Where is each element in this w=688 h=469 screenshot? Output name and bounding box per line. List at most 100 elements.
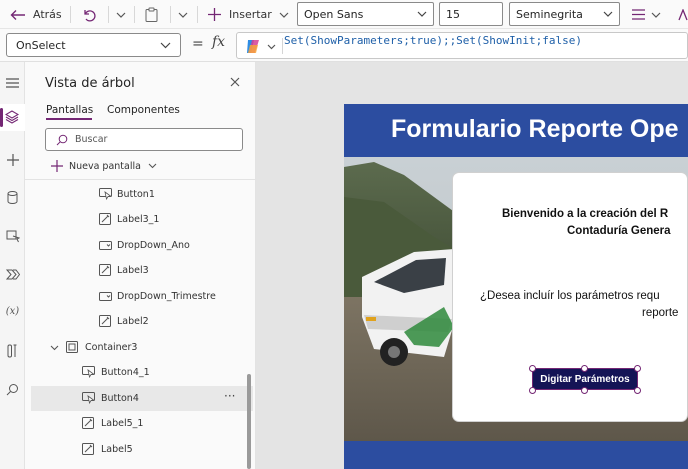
app-screen: Formulario Reporte Ope Bienvenido a la c… bbox=[344, 104, 688, 469]
label-icon bbox=[82, 443, 94, 455]
search-rail-button[interactable] bbox=[4, 381, 21, 398]
new-screen-button[interactable]: Nueva pantalla bbox=[51, 158, 157, 174]
left-rail: (x) bbox=[0, 62, 25, 469]
chevron-down-icon bbox=[148, 163, 157, 169]
resize-handle[interactable] bbox=[581, 365, 588, 372]
back-label: Atrás bbox=[33, 8, 62, 21]
insert-label: Insertar bbox=[229, 8, 272, 21]
tree-item[interactable]: Label2 bbox=[31, 309, 253, 334]
label-icon bbox=[99, 213, 111, 225]
plus-icon bbox=[51, 160, 63, 172]
chevron-down-icon bbox=[160, 42, 171, 49]
label-icon bbox=[82, 417, 94, 429]
tree-view-panel: Vista de árbol Pantallas Componentes Bus… bbox=[25, 62, 256, 469]
menu-icon bbox=[6, 77, 19, 88]
copilot-icon bbox=[247, 40, 259, 53]
align-icon bbox=[632, 9, 645, 20]
divider bbox=[70, 6, 71, 23]
tab-pantallas[interactable]: Pantallas bbox=[46, 104, 93, 116]
variables-icon: (x) bbox=[5, 306, 20, 317]
button-label: Digitar Parámetros bbox=[540, 373, 630, 385]
undo-dropdown[interactable] bbox=[116, 0, 126, 29]
arrow-left-icon bbox=[10, 9, 25, 20]
tree-item-label: Label2 bbox=[117, 316, 149, 327]
undo-icon bbox=[84, 9, 96, 22]
scrollbar[interactable] bbox=[247, 374, 251, 469]
resize-handle[interactable] bbox=[634, 365, 641, 372]
undo-button[interactable] bbox=[82, 0, 96, 29]
divider bbox=[25, 179, 256, 180]
search-placeholder: Buscar bbox=[75, 134, 108, 145]
tree-item[interactable]: Label3 bbox=[31, 258, 253, 283]
resize-handle[interactable] bbox=[529, 365, 536, 372]
resize-handle[interactable] bbox=[634, 387, 641, 394]
tree-item-label: Button1 bbox=[117, 189, 155, 200]
tree-item[interactable]: Button4_1 bbox=[31, 360, 253, 385]
back-button[interactable]: Atrás bbox=[10, 0, 62, 29]
tree-item-label: Label3 bbox=[117, 265, 149, 276]
tree-item-label: Label5_1 bbox=[101, 418, 144, 429]
font-weight-select[interactable]: Seminegrita bbox=[509, 2, 620, 26]
resize-handle[interactable] bbox=[529, 387, 536, 394]
tree-item-label: DropDown_Trimestre bbox=[117, 291, 216, 302]
chevron-down-icon bbox=[116, 12, 126, 18]
insert-rail-button[interactable] bbox=[4, 151, 21, 168]
header-bar: Formulario Reporte Ope bbox=[344, 104, 688, 157]
font-select[interactable]: Open Sans bbox=[297, 2, 434, 26]
search-input[interactable]: Buscar bbox=[45, 128, 243, 151]
font-select-value: Open Sans bbox=[304, 7, 364, 21]
plus-icon bbox=[208, 8, 221, 21]
property-select[interactable]: OnSelect bbox=[6, 33, 181, 57]
chevron-down-icon[interactable] bbox=[50, 345, 59, 351]
tree-item[interactable]: DropDown_Ano bbox=[31, 233, 253, 258]
close-icon[interactable] bbox=[230, 77, 240, 87]
button-icon bbox=[82, 366, 95, 378]
advanced-tools-button[interactable] bbox=[4, 342, 21, 359]
tab-underline bbox=[46, 118, 92, 120]
label-icon bbox=[99, 264, 111, 276]
welcome-text-line1: Bienvenido a la creación del R bbox=[502, 208, 669, 220]
command-bar: Atrás Insertar Open Sans 15 Seminegrita bbox=[0, 0, 688, 29]
tree-item[interactable]: Label5 bbox=[31, 437, 253, 462]
tree-item[interactable]: DropDown_Trimestre bbox=[31, 284, 253, 309]
paste-dropdown[interactable] bbox=[178, 0, 188, 29]
panel-title: Vista de árbol bbox=[45, 76, 135, 91]
power-automate-button[interactable] bbox=[4, 266, 21, 283]
new-screen-label: Nueva pantalla bbox=[69, 160, 141, 172]
tree-view-button[interactable] bbox=[0, 104, 25, 131]
formula-text[interactable]: Set(ShowParameters;true);;Set(ShowInit;f… bbox=[284, 34, 582, 47]
search-icon bbox=[56, 134, 68, 146]
tree-item-selected[interactable]: Button4 ··· bbox=[31, 386, 253, 411]
data-button[interactable] bbox=[4, 189, 21, 206]
resize-handle[interactable] bbox=[581, 387, 588, 394]
font-size-value: 15 bbox=[446, 7, 460, 21]
chevron-down-icon bbox=[279, 12, 289, 18]
tree-item-label: Button4_1 bbox=[101, 367, 150, 378]
tree-item[interactable]: Button1 bbox=[31, 182, 253, 207]
hamburger-button[interactable] bbox=[4, 74, 21, 91]
divider bbox=[197, 6, 198, 23]
divider bbox=[108, 6, 109, 23]
media-button[interactable] bbox=[4, 228, 21, 245]
color-button[interactable] bbox=[678, 0, 688, 29]
paste-button[interactable] bbox=[145, 0, 158, 29]
question-text-line2: reporte bbox=[642, 307, 679, 319]
variables-button[interactable]: (x) bbox=[4, 303, 21, 320]
equals-sign: = bbox=[192, 36, 204, 52]
divider bbox=[170, 6, 171, 23]
text-align-button[interactable] bbox=[632, 0, 661, 29]
tree-item-container[interactable]: Container3 bbox=[31, 335, 253, 360]
tree-item-label: Container3 bbox=[85, 342, 138, 353]
active-indicator bbox=[0, 108, 3, 127]
chevron-down-icon bbox=[603, 11, 613, 17]
header-title: Formulario Reporte Ope bbox=[391, 115, 679, 143]
more-options-button[interactable]: ··· bbox=[224, 389, 235, 403]
tree-item[interactable]: Label5_1 bbox=[31, 411, 253, 436]
tab-componentes[interactable]: Componentes bbox=[107, 104, 180, 116]
welcome-text-line2: Contaduría Genera bbox=[567, 225, 671, 237]
font-size-input[interactable]: 15 bbox=[439, 2, 503, 26]
tree-item[interactable]: Label3_1 bbox=[31, 207, 253, 232]
dropdown-icon bbox=[99, 292, 112, 301]
insert-button[interactable]: Insertar bbox=[208, 0, 289, 29]
question-text-line1: ¿Desea incluír los parámetros requ bbox=[480, 290, 660, 302]
